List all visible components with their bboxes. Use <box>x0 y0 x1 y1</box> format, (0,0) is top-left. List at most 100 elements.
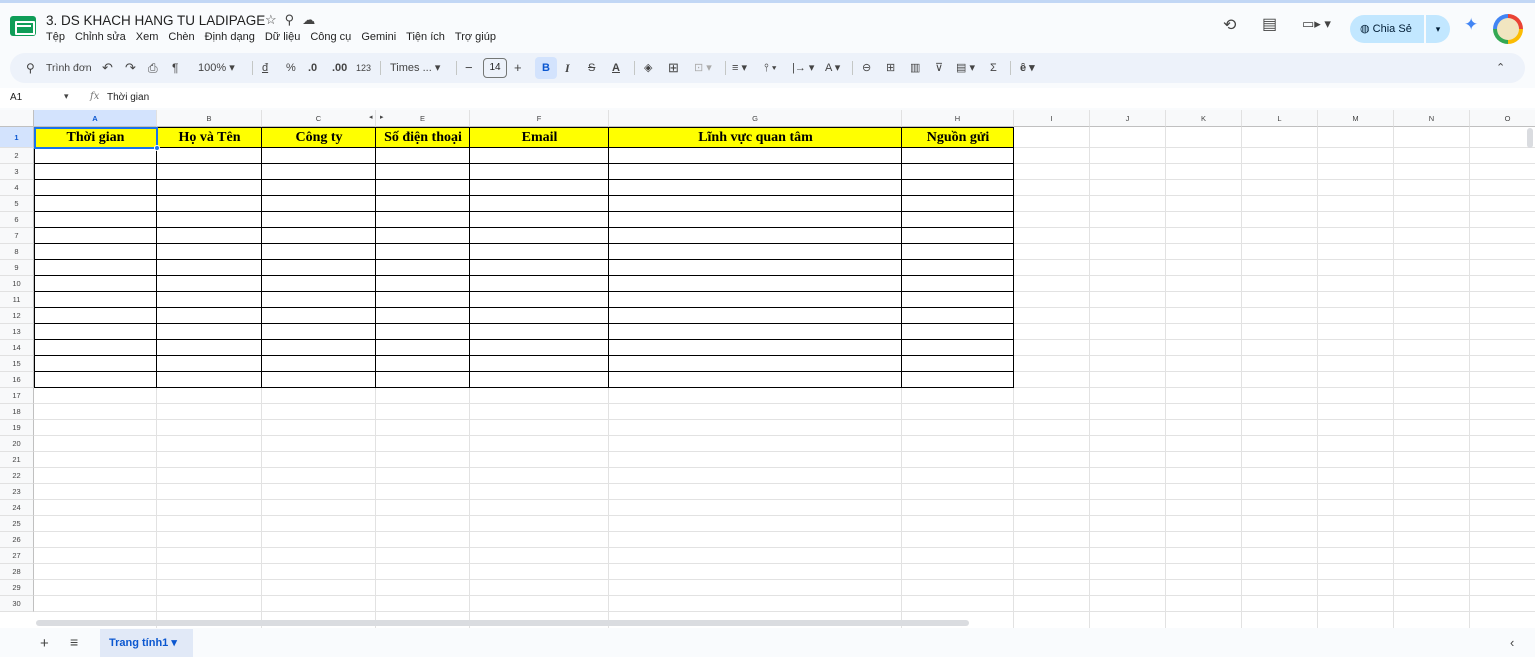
menu-gemini[interactable]: Gemini <box>361 31 396 47</box>
increase-decimal-button[interactable]: .00 <box>332 53 347 83</box>
menu-file[interactable]: Tệp <box>46 31 65 47</box>
vertical-scrollbar[interactable] <box>1527 128 1533 148</box>
row-header-24[interactable]: 24 <box>0 500 34 516</box>
name-box-dropdown-icon[interactable]: ▾ <box>64 91 69 102</box>
row-header-1[interactable]: 1 <box>0 127 34 148</box>
sheets-logo-icon[interactable] <box>10 16 36 36</box>
filter-views-icon[interactable]: ▤ ▾ <box>956 53 975 83</box>
row-header-28[interactable]: 28 <box>0 564 34 580</box>
tab-sheet1[interactable]: Trang tính1 ▾ <box>100 629 193 657</box>
row-header-3[interactable]: 3 <box>0 164 34 180</box>
column-header-g[interactable]: G <box>609 110 902 127</box>
hidden-columns-right-arrow[interactable]: ▸ <box>380 113 384 121</box>
row-header-7[interactable]: 7 <box>0 228 34 244</box>
menu-insert[interactable]: Chèn <box>168 31 194 47</box>
row-header-17[interactable]: 17 <box>0 388 34 404</box>
number-format-button[interactable]: 123 <box>356 53 371 83</box>
undo-icon[interactable]: ↶ <box>102 53 113 83</box>
row-header-11[interactable]: 11 <box>0 292 34 308</box>
row-header-5[interactable]: 5 <box>0 196 34 212</box>
share-dropdown-button[interactable]: ▾ <box>1426 15 1450 43</box>
column-header-c[interactable]: C <box>262 110 376 127</box>
font-select[interactable]: Times ... ▾ <box>390 53 440 83</box>
column-header-n[interactable]: N <box>1394 110 1470 127</box>
insert-link-icon[interactable]: ⊖ <box>862 53 871 83</box>
row-header-20[interactable]: 20 <box>0 436 34 452</box>
explore-collapse-icon[interactable]: ‹ <box>1510 635 1514 650</box>
increase-font-size-button[interactable]: + <box>514 53 522 83</box>
merge-cells-icon[interactable]: ⊡ ▾ <box>694 53 712 83</box>
row-header-4[interactable]: 4 <box>0 180 34 196</box>
row-header-27[interactable]: 27 <box>0 548 34 564</box>
horizontal-align-icon[interactable]: ≡ ▾ <box>732 53 747 83</box>
italic-button[interactable]: I <box>565 53 570 83</box>
history-icon[interactable]: ⟲ <box>1223 15 1236 35</box>
bold-button[interactable]: B <box>535 57 557 79</box>
row-header-29[interactable]: 29 <box>0 580 34 596</box>
select-all-corner[interactable] <box>0 110 34 127</box>
header-cell[interactable]: Nguồn gửi <box>902 127 1014 148</box>
avatar[interactable] <box>1493 14 1523 44</box>
search-menus-input[interactable]: Trình đơn <box>46 53 92 83</box>
redo-icon[interactable]: ↷ <box>125 53 136 83</box>
print-icon[interactable]: ⎙ <box>148 53 158 83</box>
row-header-15[interactable]: 15 <box>0 356 34 372</box>
row-header-25[interactable]: 25 <box>0 516 34 532</box>
row-header-2[interactable]: 2 <box>0 148 34 164</box>
column-header-o[interactable]: O <box>1470 110 1535 127</box>
row-header-10[interactable]: 10 <box>0 276 34 292</box>
zoom-select[interactable]: 100% ▾ <box>198 53 235 83</box>
header-cell[interactable]: Lĩnh vực quan tâm <box>609 127 902 148</box>
menu-data[interactable]: Dữ liệu <box>265 31 301 47</box>
text-color-icon[interactable]: A <box>612 53 620 83</box>
column-header-a[interactable]: A <box>34 110 157 127</box>
row-header-30[interactable]: 30 <box>0 596 34 612</box>
add-sheet-icon[interactable]: + <box>40 635 49 652</box>
row-header-23[interactable]: 23 <box>0 484 34 500</box>
column-header-j[interactable]: J <box>1090 110 1166 127</box>
row-header-12[interactable]: 12 <box>0 308 34 324</box>
strikethrough-icon[interactable]: S <box>588 53 595 83</box>
row-header-9[interactable]: 9 <box>0 260 34 276</box>
column-header-f[interactable]: F <box>470 110 609 127</box>
filter-icon[interactable]: ⊽ <box>935 53 943 83</box>
menu-help[interactable]: Trợ giúp <box>455 31 496 47</box>
header-cell[interactable]: Số điện thoại <box>376 127 470 148</box>
header-cell[interactable]: Họ và Tên <box>157 127 262 148</box>
star-icon[interactable]: ☆ <box>265 12 285 27</box>
header-cell[interactable]: Công ty <box>262 127 376 148</box>
horizontal-scrollbar[interactable] <box>36 620 969 626</box>
column-header-k[interactable]: K <box>1166 110 1242 127</box>
percent-button[interactable]: % <box>286 53 296 83</box>
menu-edit[interactable]: Chỉnh sửa <box>75 31 126 47</box>
paint-format-icon[interactable]: ¶ <box>172 53 178 83</box>
formula-input[interactable]: Thời gian <box>107 92 149 103</box>
header-cell[interactable]: Email <box>470 127 609 148</box>
fill-handle[interactable] <box>154 145 160 151</box>
row-header-14[interactable]: 14 <box>0 340 34 356</box>
row-header-8[interactable]: 8 <box>0 244 34 260</box>
decrease-font-size-button[interactable]: − <box>465 53 473 83</box>
column-header-h[interactable]: H <box>902 110 1014 127</box>
insert-comment-icon[interactable]: ⊞ <box>886 53 895 83</box>
decrease-decimal-button[interactable]: .0 <box>308 53 317 83</box>
column-header-e[interactable]: E <box>376 110 470 127</box>
column-header-b[interactable]: B <box>157 110 262 127</box>
column-header-m[interactable]: M <box>1318 110 1394 127</box>
column-header-l[interactable]: L <box>1242 110 1318 127</box>
search-icon[interactable]: ⚲ <box>26 53 35 83</box>
name-box[interactable]: A1 <box>10 92 22 103</box>
gemini-icon[interactable]: ✦ <box>1464 15 1478 35</box>
row-header-13[interactable]: 13 <box>0 324 34 340</box>
font-size-input[interactable]: 14 <box>483 58 507 78</box>
text-rotate-icon[interactable]: A ▾ <box>825 53 840 83</box>
row-header-21[interactable]: 21 <box>0 452 34 468</box>
borders-icon[interactable]: ⊞ <box>668 53 679 83</box>
row-header-22[interactable]: 22 <box>0 468 34 484</box>
fill-color-icon[interactable]: ◈ <box>644 53 652 83</box>
comments-icon[interactable]: ▤ <box>1262 14 1277 34</box>
input-tools-icon[interactable]: ȇ ▾ <box>1020 53 1035 83</box>
row-header-26[interactable]: 26 <box>0 532 34 548</box>
share-button[interactable]: ◍ Chia Sẻ <box>1350 15 1424 43</box>
functions-icon[interactable]: Σ <box>990 53 997 83</box>
